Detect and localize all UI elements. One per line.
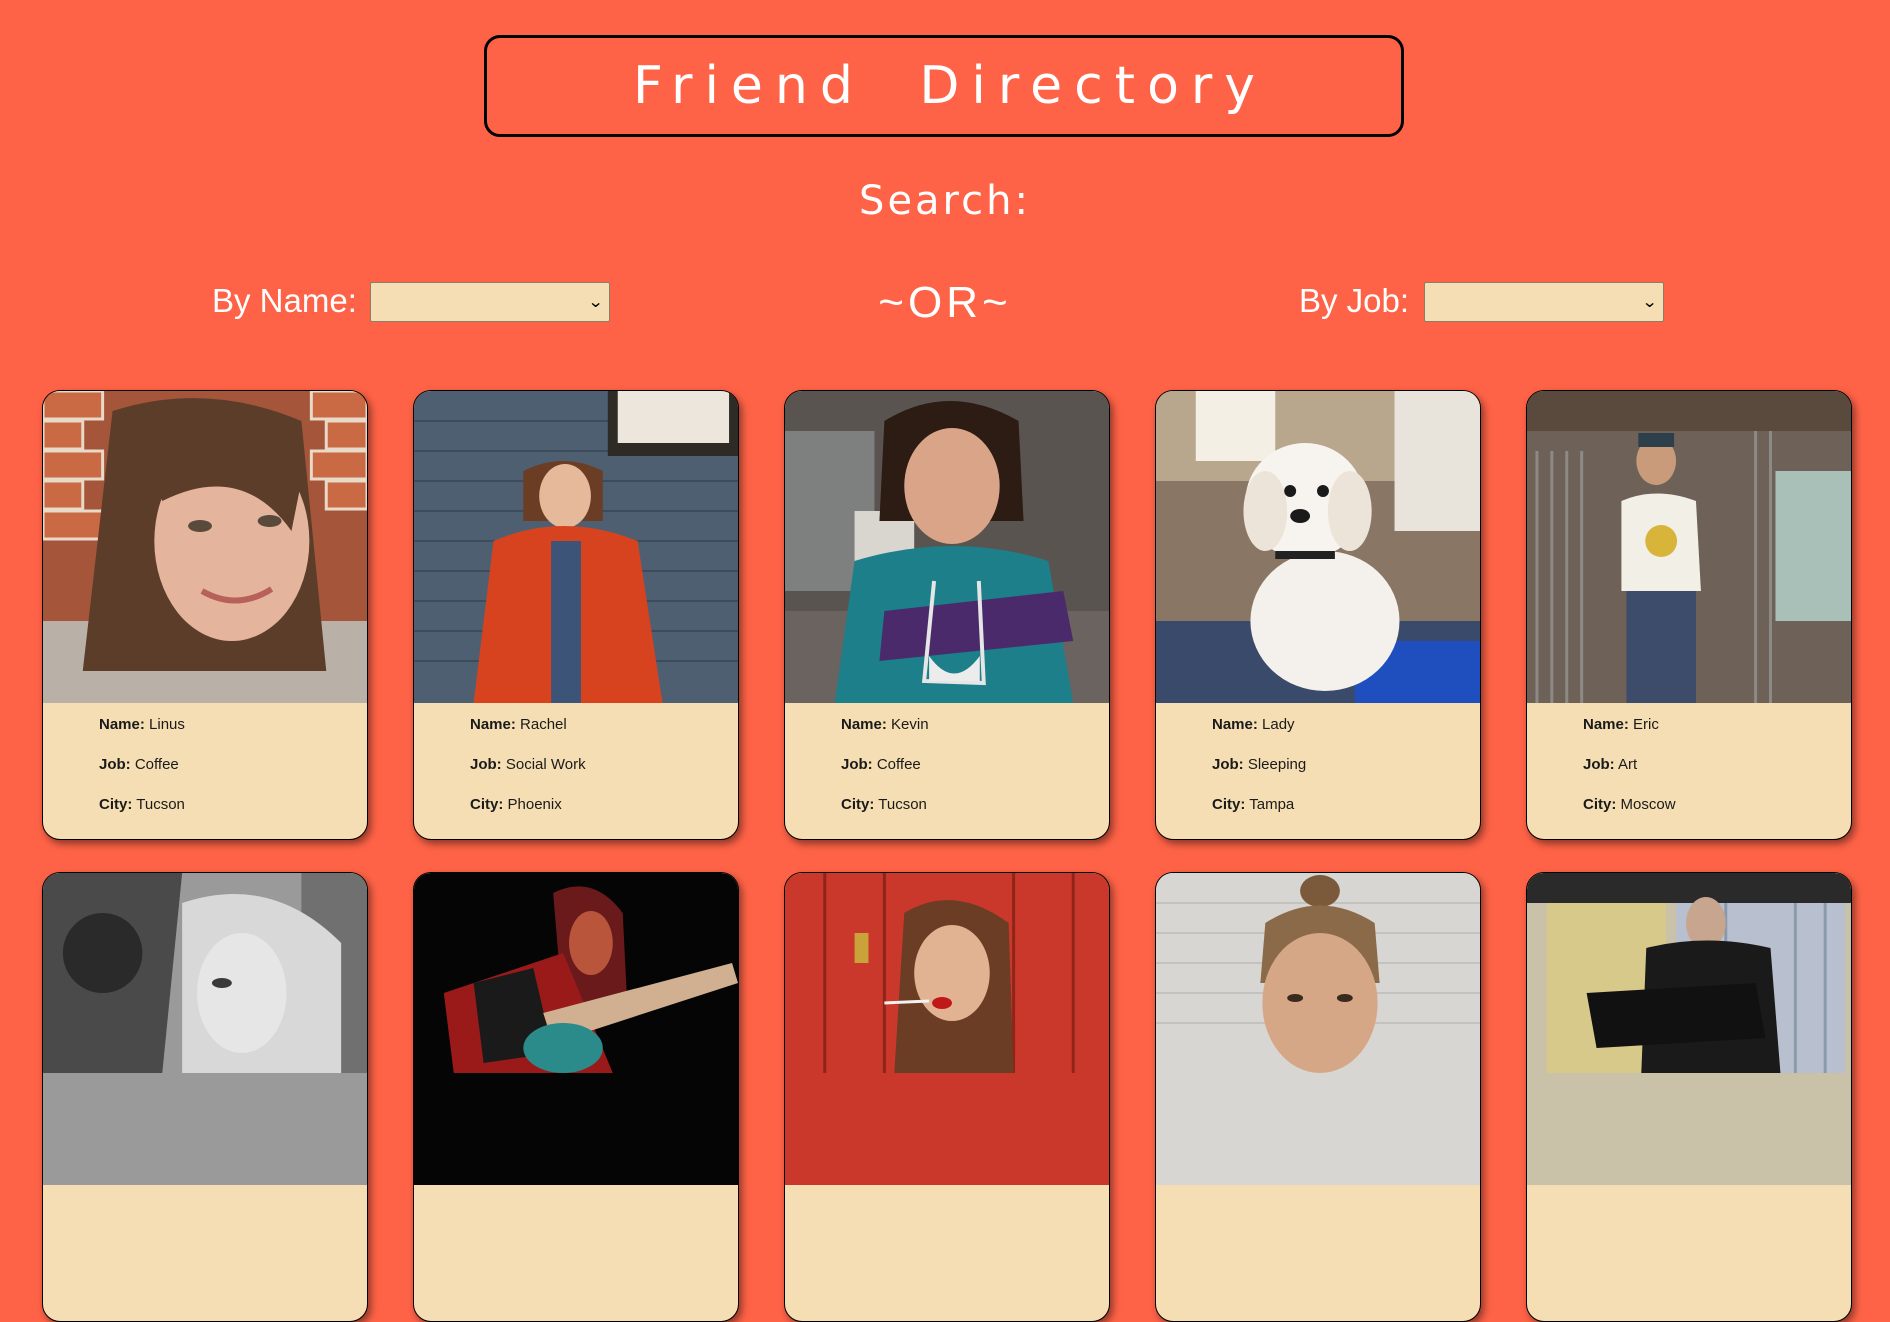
friend-photo xyxy=(1527,391,1851,703)
by-job-select[interactable]: ⌄ xyxy=(1424,282,1664,322)
friend-job: Art xyxy=(1618,756,1638,773)
friend-card[interactable] xyxy=(784,872,1110,1322)
friend-name: Rachel xyxy=(520,716,567,733)
friend-photo xyxy=(414,873,738,1185)
friend-city: Tucson xyxy=(136,796,185,813)
friend-job: Coffee xyxy=(876,756,921,773)
friend-name: Kevin xyxy=(891,716,929,733)
chevron-down-icon: ⌄ xyxy=(1641,294,1658,311)
title-box: Friend Directory xyxy=(484,35,1404,137)
friend-card[interactable] xyxy=(42,872,368,1322)
friend-city: Moscow xyxy=(1620,796,1676,813)
friend-name: Linus xyxy=(149,716,185,733)
friend-info: Name: Lady Job: Sleeping City: Tampa xyxy=(1212,716,1307,813)
friend-photo xyxy=(43,873,367,1185)
friend-info: Name: Rachel Job: Social Work City: Phoe… xyxy=(470,716,586,813)
friend-photo xyxy=(1156,873,1480,1185)
friend-info: Name: Linus Job: Coffee City: Tucson xyxy=(99,716,185,813)
friend-city: Tucson xyxy=(878,796,927,813)
by-job-label: By Job: xyxy=(1299,282,1410,319)
friend-card[interactable] xyxy=(1526,872,1852,1322)
friend-card[interactable]: Name: Eric Job: Art City: Moscow xyxy=(1526,390,1852,840)
friend-card[interactable] xyxy=(413,872,739,1322)
friend-photo xyxy=(1156,391,1480,703)
friend-job: Sleeping xyxy=(1247,756,1307,773)
friend-info: Name: Kevin Job: Coffee City: Tucson xyxy=(841,716,929,813)
friend-card[interactable]: Name: Kevin Job: Coffee City: Tucson xyxy=(784,390,1110,840)
friend-card[interactable] xyxy=(1155,872,1481,1322)
friend-photo xyxy=(785,391,1109,703)
friend-job: Coffee xyxy=(134,756,179,773)
friend-card[interactable]: Name: Linus Job: Coffee City: Tucson xyxy=(42,390,368,840)
friend-card[interactable]: Name: Rachel Job: Social Work City: Phoe… xyxy=(413,390,739,840)
friend-city: Phoenix xyxy=(507,796,562,813)
friend-photo xyxy=(1527,873,1851,1185)
friend-photo xyxy=(785,873,1109,1185)
friend-name: Lady xyxy=(1262,716,1295,733)
friend-card[interactable]: Name: Lady Job: Sleeping City: Tampa xyxy=(1155,390,1481,840)
friend-name: Eric xyxy=(1633,716,1659,733)
friend-job: Social Work xyxy=(505,756,586,773)
friend-info: Name: Eric Job: Art City: Moscow xyxy=(1583,716,1676,813)
friend-photo xyxy=(43,391,367,703)
page-title: Friend Directory xyxy=(632,56,1268,116)
friend-photo xyxy=(414,391,738,703)
search-label: Search: xyxy=(859,178,1031,224)
friend-city: Tampa xyxy=(1249,796,1295,813)
